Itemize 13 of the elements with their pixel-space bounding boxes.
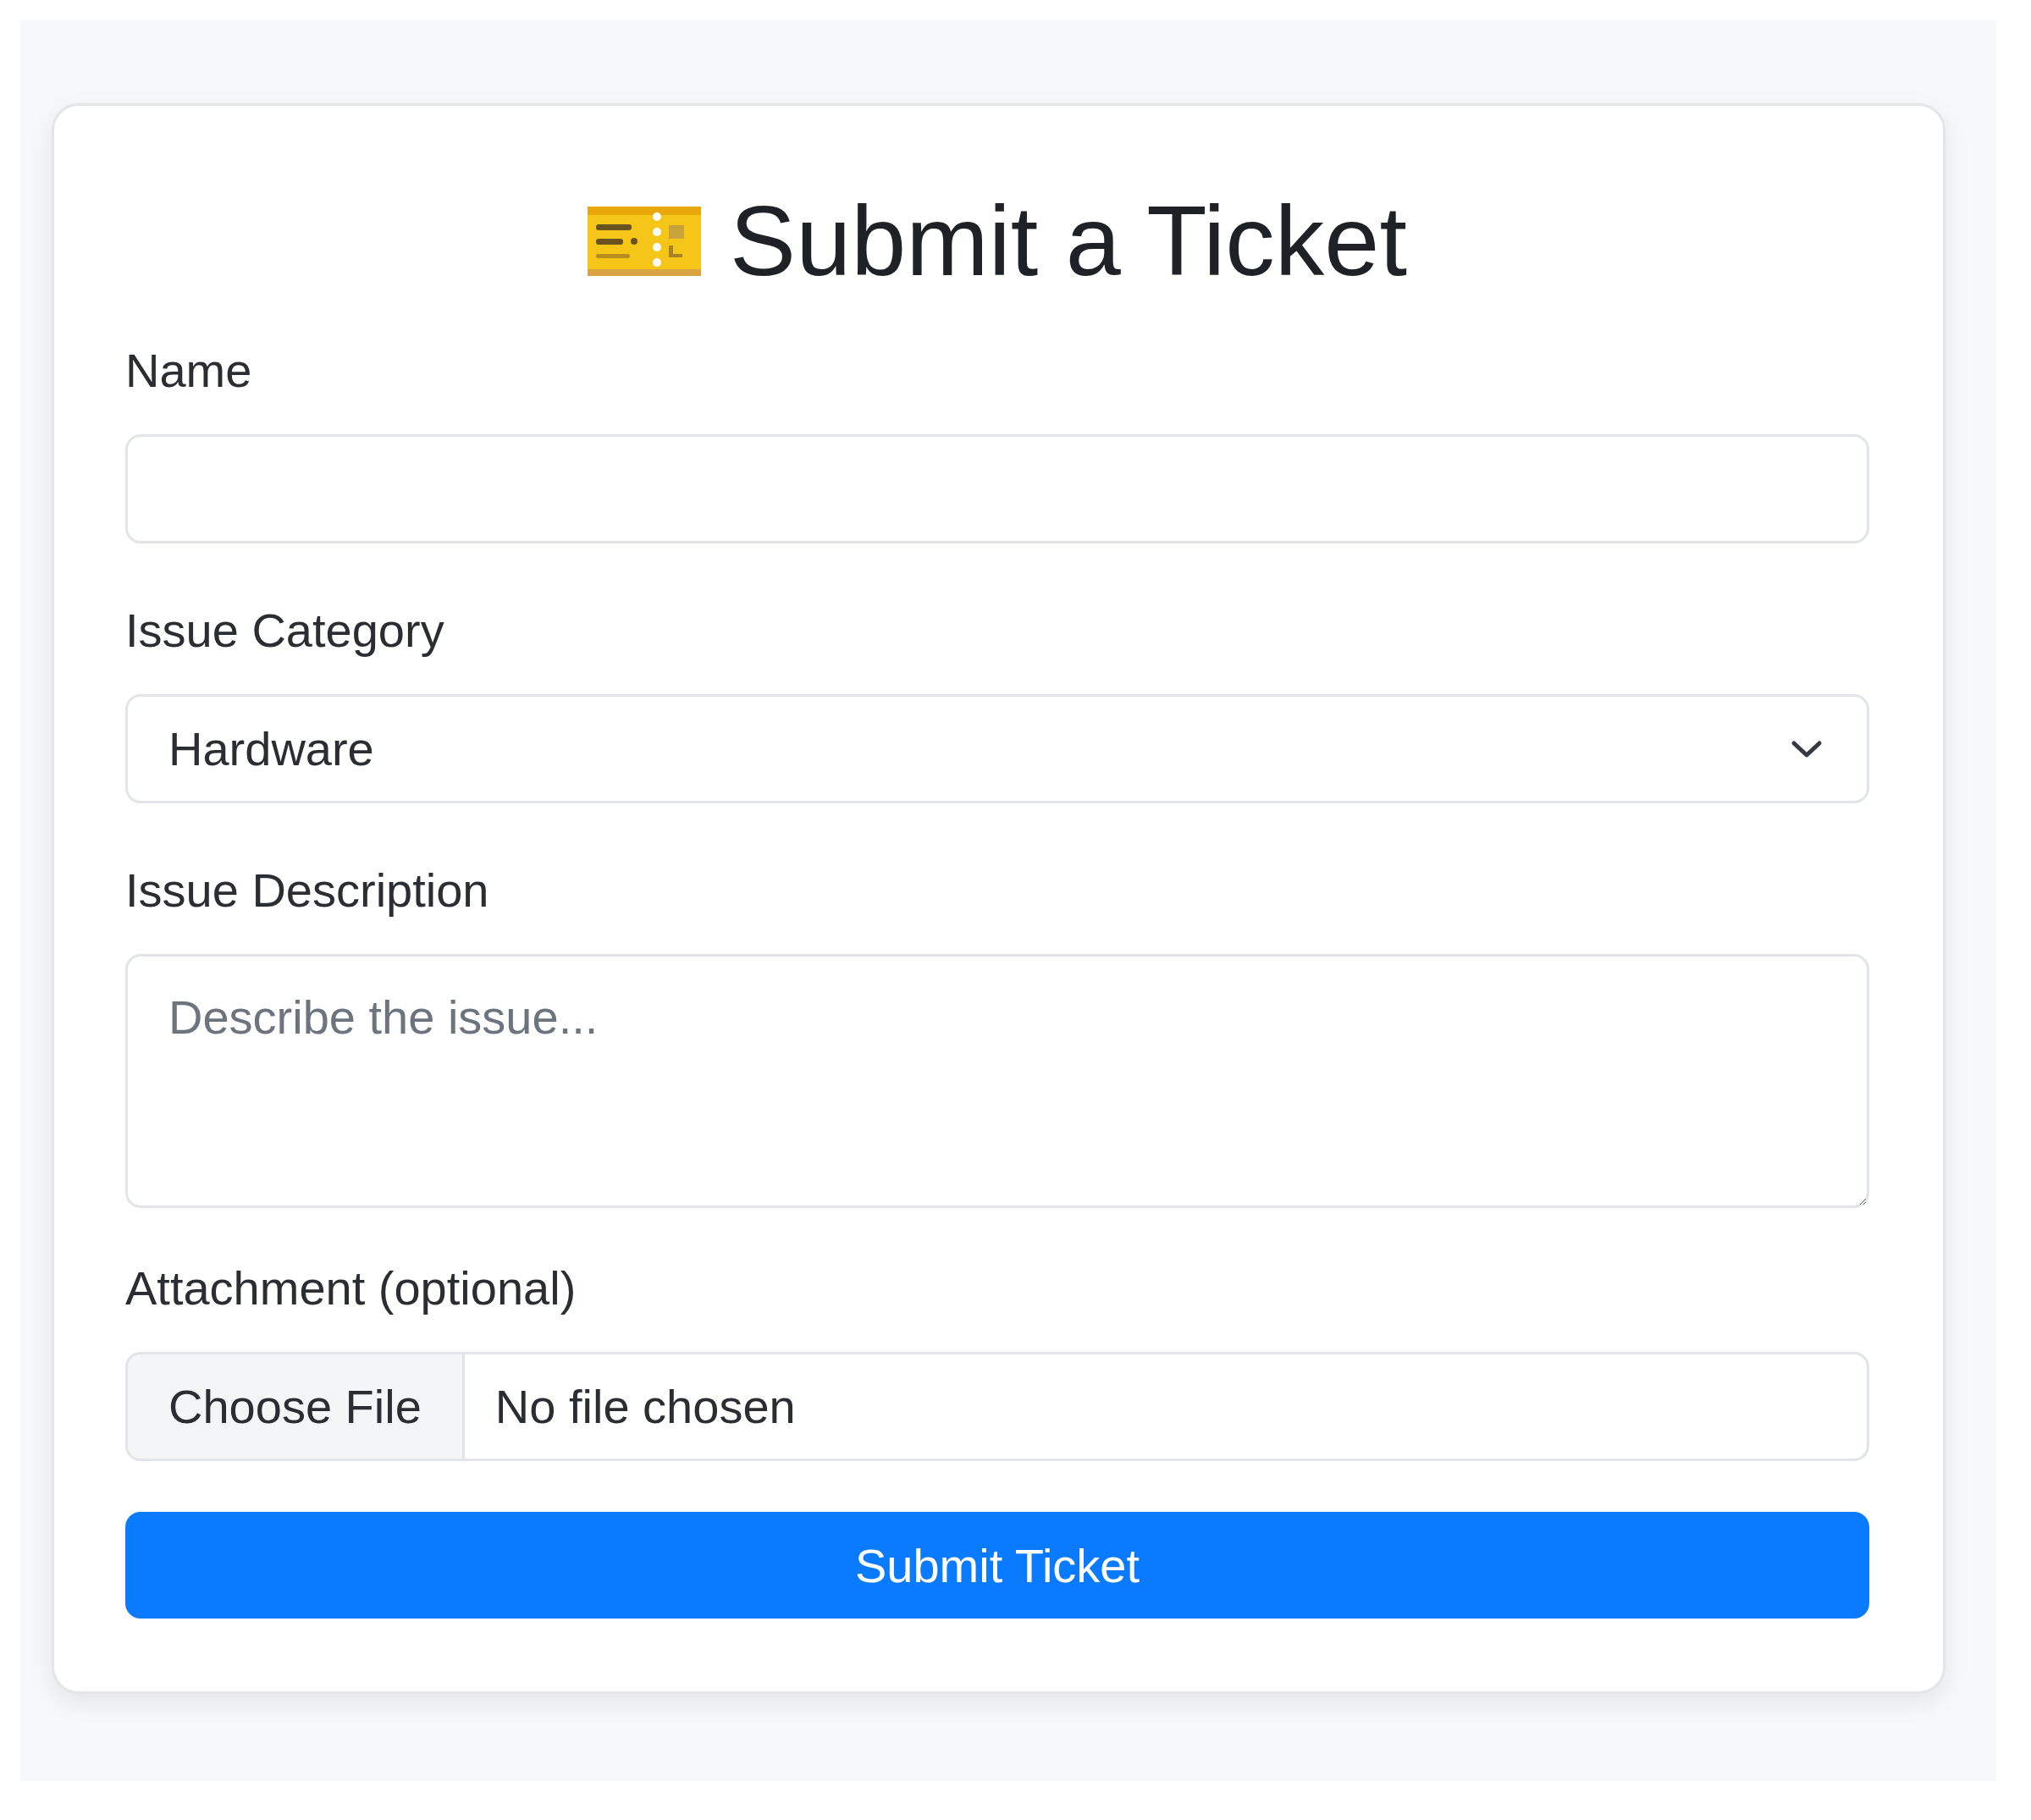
chevron-down-icon	[1791, 739, 1823, 758]
name-input[interactable]	[125, 434, 1869, 543]
ticket-icon	[588, 207, 702, 276]
file-status-text: No file chosen	[494, 1379, 796, 1435]
field-label: Attachment (optional)	[125, 1260, 577, 1316]
category-select[interactable]: Hardware	[125, 694, 1869, 803]
description-textarea[interactable]: Describe the issue...	[125, 954, 1869, 1208]
form-title: Submit a Ticket	[730, 185, 1407, 298]
field-label: Issue Category	[125, 603, 445, 659]
choose-file-button[interactable]: Choose File	[128, 1354, 465, 1459]
field-label: Name	[125, 343, 253, 399]
submit-button[interactable]: Submit Ticket	[125, 1512, 1869, 1619]
field-label: Issue Description	[125, 863, 490, 918]
